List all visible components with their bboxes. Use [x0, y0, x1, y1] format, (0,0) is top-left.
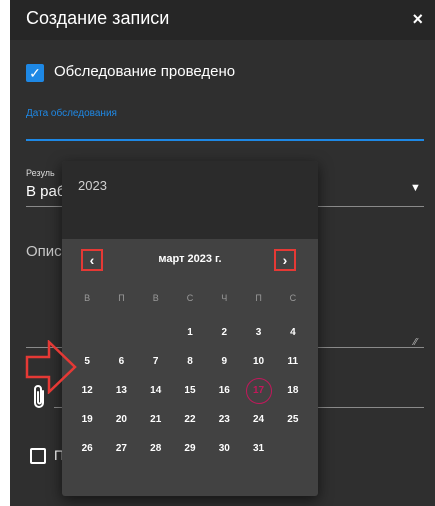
day-number: 11: [287, 356, 299, 367]
day-number: 7: [152, 356, 159, 367]
weekday-label: Ч: [221, 293, 228, 303]
day-number: 29: [184, 443, 196, 454]
close-icon[interactable]: ×: [412, 9, 423, 30]
day-cell[interactable]: 3: [241, 318, 275, 347]
day-number: 25: [287, 414, 299, 425]
day-number: 16: [218, 385, 230, 396]
examined-checkbox-label: Обследование проведено: [54, 63, 236, 80]
day-cell[interactable]: 4: [276, 318, 310, 347]
day-cell[interactable]: 18: [276, 376, 310, 405]
day-number: 22: [184, 414, 196, 425]
day-number: 26: [81, 443, 93, 454]
day-cell[interactable]: 11: [276, 347, 310, 376]
day-number: 8: [187, 356, 193, 367]
day-cell[interactable]: 31: [241, 434, 275, 463]
dialog-header: Создание записи ×: [10, 0, 435, 40]
weekday-header-row: ВПВСЧПС: [70, 293, 310, 309]
dialog-title: Создание записи: [26, 8, 170, 28]
day-number: 2: [221, 327, 228, 338]
result-value: В раб: [26, 183, 66, 200]
day-cell[interactable]: 14: [139, 376, 173, 405]
day-cell[interactable]: 26: [70, 434, 104, 463]
day-number: 5: [84, 356, 90, 367]
day-number: 9: [221, 356, 228, 367]
next-month-button[interactable]: ›: [274, 249, 296, 271]
day-number: 4: [290, 327, 296, 338]
weekday-label: В: [84, 293, 91, 303]
day-number: 19: [81, 414, 93, 425]
datepicker-year[interactable]: 2023: [78, 178, 107, 193]
calendar-days-grid: 1 2 3 4 5 6 7 8 9 10 11 12 13 14 15 16 17 18 19 20 21 22 23 24 2…: [70, 318, 310, 463]
weekday-label: П: [255, 293, 262, 303]
day-number: 24: [253, 414, 265, 425]
day-cell[interactable]: 28: [139, 434, 173, 463]
day-cell[interactable]: 9: [207, 347, 241, 376]
day-cell[interactable]: 23: [207, 405, 241, 434]
day-number: 27: [115, 443, 127, 454]
day-cell[interactable]: 16: [207, 376, 241, 405]
day-cell[interactable]: 6: [104, 347, 138, 376]
day-number: 30: [218, 443, 230, 454]
exam-date-underline: [26, 139, 424, 141]
day-cell[interactable]: 7: [139, 347, 173, 376]
examined-checkbox[interactable]: ✓: [26, 64, 44, 82]
day-cell[interactable]: 27: [104, 434, 138, 463]
day-cell[interactable]: 21: [139, 405, 173, 434]
day-number: 23: [218, 414, 230, 425]
day-number: 20: [115, 414, 127, 425]
empty-day-cell: [139, 318, 173, 347]
day-number: 6: [118, 356, 125, 367]
weekday-label: С: [186, 293, 194, 303]
weekday-label: В: [152, 293, 159, 303]
second-checkbox[interactable]: [30, 448, 46, 464]
day-number: 3: [255, 327, 262, 338]
day-number: 21: [150, 414, 162, 425]
day-cell[interactable]: 1: [173, 318, 207, 347]
day-cell[interactable]: 15: [173, 376, 207, 405]
day-cell[interactable]: 19: [70, 405, 104, 434]
dropdown-arrow-icon[interactable]: ▼: [410, 182, 421, 194]
day-number: 1: [187, 327, 193, 338]
result-label: Резуль: [26, 168, 55, 178]
day-number: 15: [184, 385, 196, 396]
day-cell[interactable]: 29: [173, 434, 207, 463]
annotation-arrow-icon: [25, 340, 77, 394]
day-number: 18: [287, 385, 299, 396]
day-number: 17: [245, 377, 272, 404]
day-cell[interactable]: 10: [241, 347, 275, 376]
datepicker-header: 2023: [62, 161, 318, 239]
exam-date-label: Дата обследования: [26, 108, 117, 119]
day-number: 28: [150, 443, 162, 454]
description-label: Опис: [26, 243, 62, 260]
day-number: 14: [150, 385, 162, 396]
day-cell[interactable]: 8: [173, 347, 207, 376]
day-cell[interactable]: 2: [207, 318, 241, 347]
day-number: 13: [115, 385, 127, 396]
day-number: 31: [253, 443, 265, 454]
day-cell[interactable]: 24: [241, 405, 275, 434]
day-cell[interactable]: 20: [104, 405, 138, 434]
day-cell[interactable]: 22: [173, 405, 207, 434]
day-cell[interactable]: 13: [104, 376, 138, 405]
weekday-label: С: [289, 293, 297, 303]
day-number: 12: [81, 385, 93, 396]
day-cell-today[interactable]: 17: [241, 376, 275, 405]
empty-day-cell: [104, 318, 138, 347]
day-cell[interactable]: 25: [276, 405, 310, 434]
datepicker-popup: 2023 ‹ март 2023 г. › ВПВСЧПС 1234567891…: [62, 161, 318, 496]
day-number: 10: [253, 356, 265, 367]
weekday-label: П: [118, 293, 125, 303]
day-cell[interactable]: 30: [207, 434, 241, 463]
